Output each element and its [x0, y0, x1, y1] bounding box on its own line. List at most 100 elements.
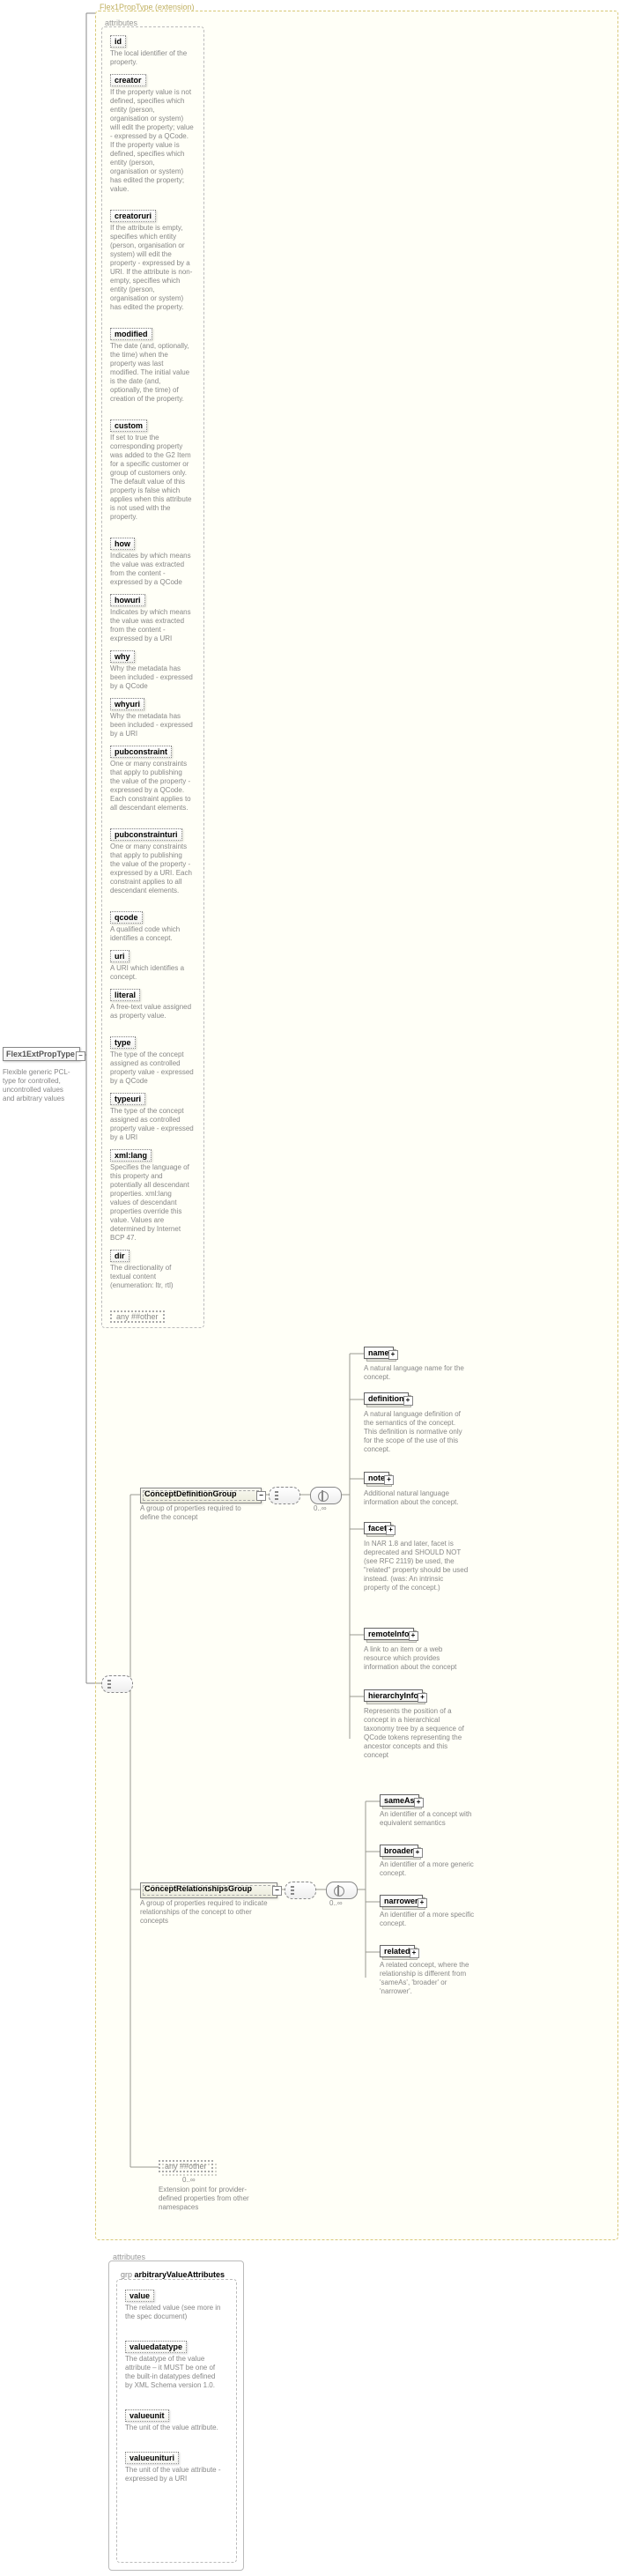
any-element[interactable]: any ##other	[159, 2160, 213, 2172]
expand-icon[interactable]: +	[409, 1631, 418, 1641]
choice-compositor[interactable]	[310, 1487, 342, 1504]
any-element-desc: Extension point for provider-defined pro…	[159, 2186, 255, 2212]
group-conceptrelationships[interactable]: ConceptRelationshipsGroup −	[140, 1882, 277, 1898]
attribute-valueunit[interactable]: valueunit	[125, 2409, 169, 2422]
attribute-valueunituri[interactable]: valueunituri	[125, 2452, 179, 2464]
expand-icon[interactable]: +	[388, 1350, 398, 1360]
any-attribute[interactable]: any ##other	[110, 1310, 165, 1323]
attribute-pubconstrainturi-desc: One or many constraints that apply to pu…	[110, 843, 194, 895]
occurrence-label: 0..∞	[314, 1504, 327, 1512]
element-note-desc: Additional natural language information …	[364, 1489, 469, 1507]
attribute-type[interactable]: type	[110, 1036, 136, 1049]
attribute-pubconstrainturi[interactable]: pubconstrainturi	[110, 828, 182, 841]
any-element-label: any ##other	[165, 2162, 207, 2171]
element-related[interactable]: related+	[380, 1945, 415, 1957]
attribute-uri[interactable]: uri	[110, 950, 129, 962]
expand-icon[interactable]: +	[403, 1396, 413, 1406]
attribute-modified[interactable]: modified	[110, 328, 152, 340]
element-sameAs[interactable]: sameAs+	[380, 1794, 419, 1807]
element-narrower-desc: An identifier of a more specific concept…	[380, 1911, 477, 1928]
attribute-valuedatatype-desc: The datatype of the value attribute – it…	[125, 2355, 224, 2390]
attribute-id[interactable]: id	[110, 35, 126, 48]
attribute-creatoruri[interactable]: creatoruri	[110, 210, 156, 222]
element-hierarchyInfo-desc: Represents the position of a concept in …	[364, 1707, 469, 1760]
attribute-typeuri-desc: The type of the concept assigned as cont…	[110, 1107, 194, 1142]
sequence-compositor[interactable]	[285, 1882, 316, 1899]
attribute-why-desc: Why the metadata has been included - exp…	[110, 664, 194, 691]
attributes-label: attributes	[105, 19, 137, 27]
attribute-creatoruri-desc: If the attribute is empty, specifies whi…	[110, 224, 194, 312]
element-definition[interactable]: definition+	[364, 1392, 409, 1405]
element-narrower[interactable]: narrower+	[380, 1895, 423, 1907]
element-sameAs-desc: An identifier of a concept with equivale…	[380, 1810, 477, 1828]
element-hierarchyInfo[interactable]: hierarchyInfo+	[364, 1689, 423, 1702]
sequence-compositor[interactable]	[269, 1487, 300, 1504]
attribute-valueunituri-desc: The unit of the value attribute - expres…	[125, 2466, 224, 2483]
element-broader[interactable]: broader+	[380, 1845, 418, 1857]
attribute-valueunit-desc: The unit of the value attribute.	[125, 2424, 224, 2432]
attribute-xml:lang[interactable]: xml:lang	[110, 1149, 152, 1162]
element-name-desc: A natural language name for the concept.	[364, 1364, 469, 1382]
grp-prefix: grp	[121, 2270, 132, 2279]
expand-icon[interactable]: +	[414, 1798, 424, 1808]
attribute-pubconstraint[interactable]: pubconstraint	[110, 746, 172, 758]
attribute-dir[interactable]: dir	[110, 1250, 129, 1262]
any-attribute-label: any ##other	[116, 1312, 159, 1321]
attribute-pubconstraint-desc: One or many constraints that apply to pu…	[110, 760, 194, 813]
attribute-whyuri[interactable]: whyuri	[110, 698, 144, 710]
attribute-id-desc: The local identifier of the property.	[110, 49, 194, 67]
attribute-why[interactable]: why	[110, 650, 135, 663]
choice-compositor[interactable]	[326, 1882, 358, 1899]
attribute-dir-desc: The directionality of textual content (e…	[110, 1264, 194, 1290]
attribute-uri-desc: A URI which identifies a concept.	[110, 964, 194, 982]
element-broader-desc: An identifier of a more generic concept.	[380, 1860, 477, 1878]
attribute-type-desc: The type of the concept assigned as cont…	[110, 1050, 194, 1086]
element-name[interactable]: name+	[364, 1347, 394, 1359]
expand-icon[interactable]: +	[418, 1693, 427, 1703]
attribute-qcode[interactable]: qcode	[110, 911, 143, 924]
attribute-literal[interactable]: literal	[110, 989, 140, 1001]
element-remoteInfo[interactable]: remoteInfo+	[364, 1628, 414, 1640]
element-note[interactable]: note+	[364, 1472, 389, 1484]
element-facet-desc: In NAR 1.8 and later, facet is deprecate…	[364, 1540, 469, 1592]
expand-icon[interactable]: +	[386, 1526, 396, 1535]
root-type-name: Flex1ExtPropType	[6, 1050, 75, 1058]
attribute-custom[interactable]: custom	[110, 419, 147, 432]
attribute-creator[interactable]: creator	[110, 74, 146, 86]
expand-icon[interactable]: −	[256, 1491, 266, 1501]
attribute-custom-desc: If set to true the corresponding propert…	[110, 434, 194, 522]
attribute-typeuri[interactable]: typeuri	[110, 1093, 145, 1105]
element-related-desc: A related concept, where the relationshi…	[380, 1961, 477, 1996]
attribute-xml:lang-desc: Specifies the language of this property …	[110, 1163, 194, 1243]
root-type-caption: Flexible generic PCL-type for controlled…	[3, 1068, 75, 1103]
attributes-label-2: attributes	[113, 2253, 145, 2261]
attribute-modified-desc: The date (and, optionally, the time) whe…	[110, 342, 194, 404]
expand-icon[interactable]: +	[384, 1475, 394, 1485]
attribute-whyuri-desc: Why the metadata has been included - exp…	[110, 712, 194, 739]
expand-icon[interactable]: +	[418, 1898, 427, 1908]
expand-icon[interactable]: −	[76, 1051, 85, 1061]
attribute-how[interactable]: how	[110, 538, 135, 550]
root-type-box[interactable]: Flex1ExtPropType −	[3, 1047, 80, 1061]
expand-icon[interactable]: +	[410, 1949, 419, 1958]
expand-icon[interactable]: −	[272, 1886, 282, 1896]
group-conceptdefinition-label: ConceptDefinitionGroup	[144, 1489, 237, 1498]
element-remoteInfo-desc: A link to an item or a web resource whic…	[364, 1645, 469, 1672]
attribute-creator-desc: If the property value is not defined, sp…	[110, 88, 194, 194]
attribute-qcode-desc: A qualified code which identifies a conc…	[110, 925, 194, 943]
group-conceptrelationships-desc: A group of properties required to indica…	[140, 1899, 269, 1926]
extension-label: Flex1PropType (extension)	[100, 3, 195, 11]
group-conceptrelationships-label: ConceptRelationshipsGroup	[144, 1884, 252, 1893]
sequence-compositor[interactable]	[101, 1675, 133, 1693]
occurrence-label: 0..∞	[329, 1899, 343, 1907]
group-conceptdefinition[interactable]: ConceptDefinitionGroup −	[140, 1488, 262, 1503]
attribute-value[interactable]: value	[125, 2290, 154, 2302]
expand-icon[interactable]: +	[413, 1848, 423, 1858]
group-conceptdefinition-desc: A group of properties required to define…	[140, 1504, 253, 1522]
attribute-howuri[interactable]: howuri	[110, 594, 145, 606]
occurrence-label: 0..∞	[182, 2176, 196, 2184]
element-facet[interactable]: facet+	[364, 1522, 391, 1534]
attribute-how-desc: Indicates by which means the value was e…	[110, 552, 194, 587]
attribute-literal-desc: A free-text value assigned as property v…	[110, 1003, 194, 1021]
attribute-valuedatatype[interactable]: valuedatatype	[125, 2341, 187, 2353]
